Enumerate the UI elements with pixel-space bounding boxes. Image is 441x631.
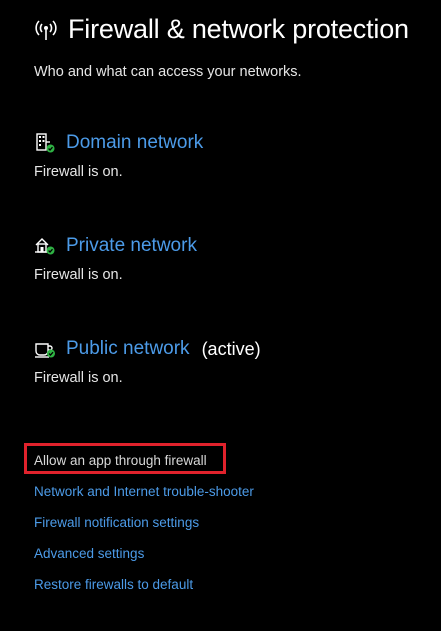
private-network-link[interactable]: Private network bbox=[66, 235, 197, 257]
restore-firewalls-default-link[interactable]: Restore firewalls to default bbox=[34, 576, 254, 607]
domain-network-icon bbox=[34, 132, 56, 154]
allow-app-through-firewall-link[interactable]: Allow an app through firewall bbox=[34, 452, 254, 483]
private-network-icon bbox=[34, 235, 56, 257]
private-network-section: Private network Firewall is on. bbox=[34, 235, 197, 283]
public-network-status: Firewall is on. bbox=[34, 370, 123, 386]
firewall-notification-settings-link[interactable]: Firewall notification settings bbox=[34, 514, 254, 545]
network-troubleshooter-link[interactable]: Network and Internet trouble-shooter bbox=[34, 483, 254, 514]
domain-network-link[interactable]: Domain network bbox=[66, 132, 203, 154]
firewall-links-list: Allow an app through firewall Network an… bbox=[34, 452, 254, 607]
advanced-settings-link[interactable]: Advanced settings bbox=[34, 545, 254, 576]
active-network-label: (active) bbox=[201, 338, 261, 359]
domain-network-status: Firewall is on. bbox=[34, 164, 123, 180]
public-network-link[interactable]: Public network bbox=[66, 338, 190, 360]
page-title: Firewall & network protection bbox=[68, 14, 409, 44]
domain-network-section: Domain network Firewall is on. bbox=[34, 132, 203, 180]
page-header: Firewall & network protection bbox=[34, 14, 409, 45]
page-subtitle: Who and what can access your networks. bbox=[34, 64, 302, 80]
wireless-signal-icon bbox=[34, 18, 58, 42]
private-network-status: Firewall is on. bbox=[34, 267, 123, 283]
public-network-icon bbox=[34, 338, 56, 360]
public-network-section: Public network (active) Firewall is on. bbox=[34, 338, 261, 386]
